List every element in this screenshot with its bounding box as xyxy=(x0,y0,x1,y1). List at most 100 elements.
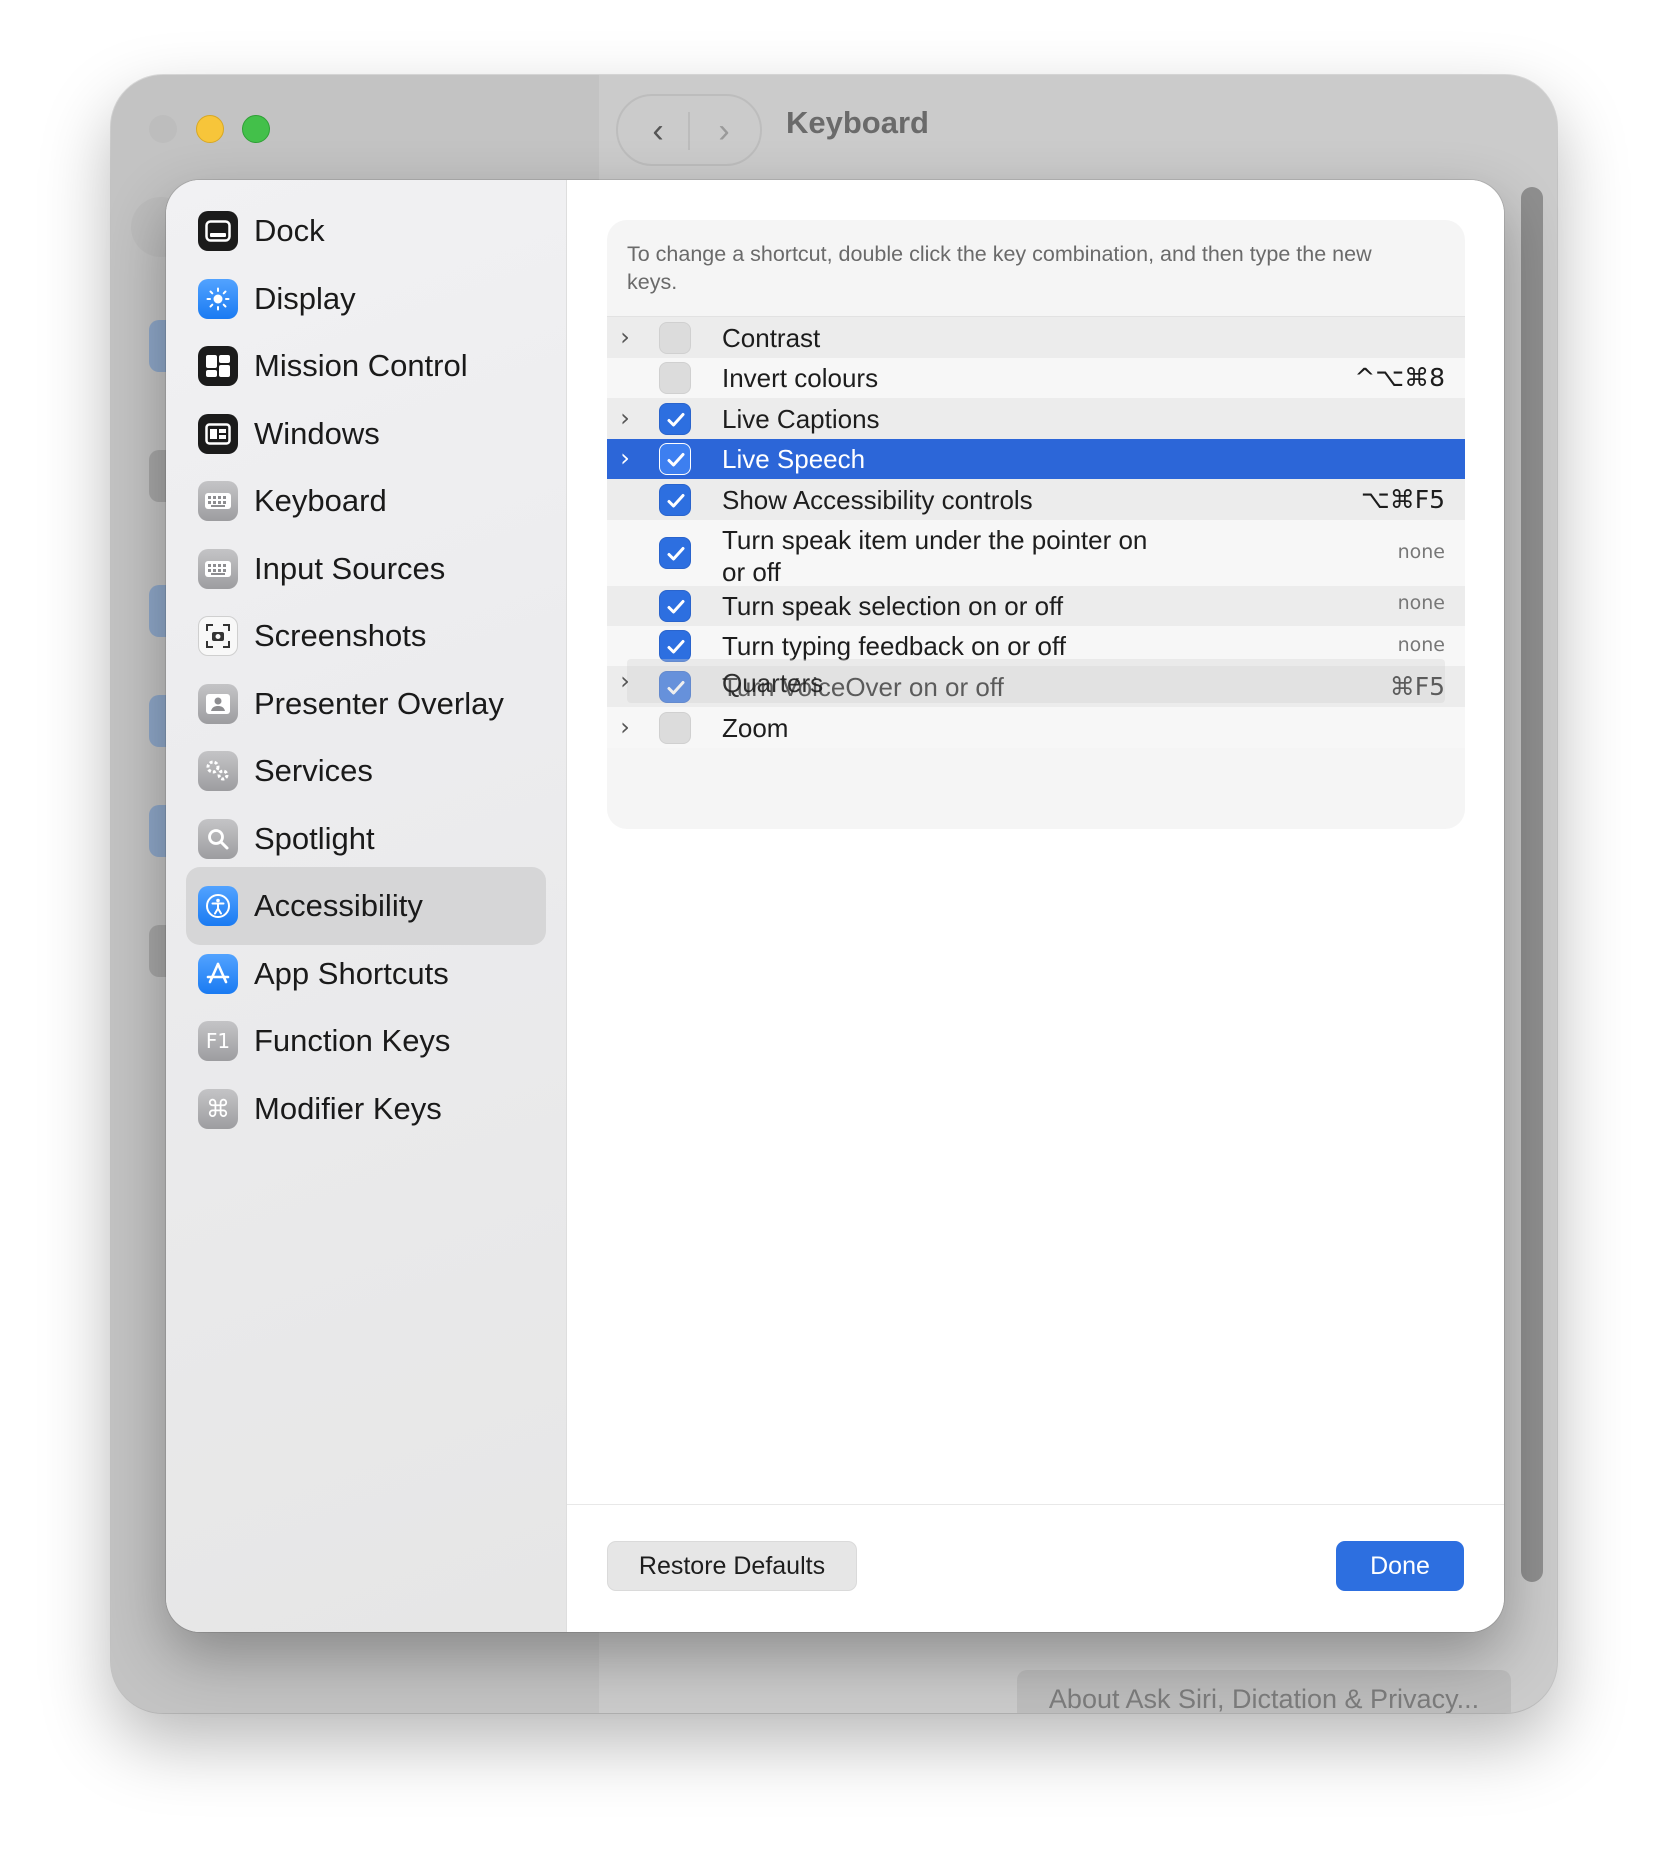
shortcut-label-line: Show Accessibility controls xyxy=(722,484,1033,515)
sidebar-item-label: Accessibility xyxy=(254,888,423,923)
shortcut-label-line: Turn speak selection on or off xyxy=(722,591,1064,621)
shortcut-label-line: Live Speech xyxy=(722,444,866,474)
modifier-keys-icon: ⌘ xyxy=(198,1088,238,1129)
shortcut-label: Zoom xyxy=(722,712,788,744)
shortcut-row-show-accessibility-controls[interactable]: Show Accessibility controls ⌥⌘F5 xyxy=(607,479,1465,520)
about-siri-privacy-button[interactable]: About Ask Siri, Dictation & Privacy... xyxy=(1017,1670,1511,1713)
mission-control-icon xyxy=(198,346,238,386)
shortcut-row-turn-speak-selection-on-or-off[interactable]: Turn speak selection on or off none xyxy=(607,586,1465,626)
sidebar-item-windows[interactable]: Windows xyxy=(186,395,546,473)
shortcut-checkbox[interactable] xyxy=(659,711,691,744)
shortcut-keys[interactable]: none xyxy=(1398,634,1445,656)
chevron-right-icon[interactable]: › xyxy=(615,323,635,351)
sidebar-item-label: Modifier Keys xyxy=(254,1090,442,1126)
sidebar-item-presenter-overlay[interactable]: Presenter Overlay xyxy=(186,665,546,743)
sidebar-item-display[interactable]: Display xyxy=(186,260,546,338)
services-icon xyxy=(198,751,238,791)
shortcut-label: Live Speech xyxy=(722,443,865,475)
shortcut-keys[interactable]: ⌥⌘F5 xyxy=(1361,485,1445,514)
sidebar-item-label: Windows xyxy=(254,415,380,451)
sidebar-item-mission-control[interactable]: Mission Control xyxy=(186,327,546,405)
shortcut-label-line: Turn speak item under the pointer on xyxy=(722,525,1148,555)
shortcut-checkbox[interactable] xyxy=(659,483,691,516)
shortcut-checkbox[interactable] xyxy=(659,362,691,394)
shortcut-row-live-speech[interactable]: › Live Speech xyxy=(607,439,1465,479)
modifier-keys-icon-glyph: ⌘ xyxy=(206,1094,230,1123)
restore-defaults-button[interactable]: Restore Defaults xyxy=(607,1541,857,1591)
sidebar-item-label: Spotlight xyxy=(254,820,375,856)
display-icon xyxy=(198,278,238,319)
sidebar-item-label: Function Keys xyxy=(254,1023,451,1058)
shortcut-label: Contrast xyxy=(722,322,820,354)
shortcut-label: Turn speak selection on or off xyxy=(722,590,1063,622)
minimize-window-button[interactable] xyxy=(196,115,224,143)
sidebar-item-app-shortcuts[interactable]: App Shortcuts xyxy=(186,935,546,1013)
windows-icon xyxy=(198,413,238,454)
shortcut-row-live-captions[interactable]: › Live Captions xyxy=(607,398,1465,439)
shortcut-label: Live Captions xyxy=(722,403,880,435)
shortcut-row-contrast[interactable]: › Contrast xyxy=(607,317,1465,358)
shortcut-hint-text: To change a shortcut, double click the k… xyxy=(607,220,1465,317)
shortcut-keys[interactable]: ^⌥⌘8 xyxy=(1354,363,1445,392)
shortcut-row-invert-colours[interactable]: Invert colours ^⌥⌘8 xyxy=(607,358,1465,398)
shortcut-checkbox[interactable] xyxy=(659,443,691,475)
background-scrollbar[interactable] xyxy=(1521,187,1543,1582)
sidebar-item-label: Display xyxy=(254,280,356,316)
shortcut-label-line: Zoom xyxy=(722,712,789,743)
shortcut-checkbox[interactable] xyxy=(659,537,691,569)
sidebar-item-spotlight[interactable]: Spotlight xyxy=(186,800,546,878)
shortcut-label-line: Live Captions xyxy=(722,403,880,434)
done-button[interactable]: Done xyxy=(1336,1541,1464,1591)
sidebar-item-accessibility[interactable]: Accessibility xyxy=(186,867,546,945)
chevron-right-icon[interactable]: › xyxy=(615,713,635,741)
sidebar-item-dock[interactable]: Dock xyxy=(186,192,546,270)
sidebar-item-modifier-keys[interactable]: ⌘ Modifier Keys xyxy=(186,1070,546,1148)
sidebar-item-label: Mission Control xyxy=(254,348,468,383)
sidebar-item-label: Dock xyxy=(254,213,325,248)
keyboard-icon xyxy=(198,481,238,521)
screenshots-icon xyxy=(198,616,238,656)
shortcut-checkbox[interactable] xyxy=(659,630,691,662)
shortcut-label-line: Invert colours xyxy=(722,363,879,393)
shortcut-keys[interactable]: none xyxy=(1398,541,1445,563)
shortcut-keys[interactable]: none xyxy=(1398,592,1445,614)
forward-button[interactable]: › xyxy=(694,114,754,148)
function-keys-icon: F1 xyxy=(198,1021,238,1061)
chevron-right-icon[interactable]: › xyxy=(615,444,635,472)
shortcut-label-line: Turn typing feedback on or off xyxy=(722,631,1066,661)
shortcut-label-line: Contrast xyxy=(722,322,821,353)
sheet-footer: Restore Defaults Done xyxy=(567,1504,1504,1632)
app-shortcuts-icon xyxy=(198,953,238,994)
dock-icon xyxy=(198,211,238,251)
drag-ghost-row: › Quarters xyxy=(620,659,1445,703)
sidebar-item-label: Services xyxy=(254,753,373,788)
shortcut-row-turn-speak-item-under-the-pointer-on[interactable]: Turn speak item under the pointer on or o… xyxy=(607,520,1465,588)
shortcut-label: Turn speak item under the pointer on or o… xyxy=(722,524,1147,588)
shortcut-list-area: To change a shortcut, double click the k… xyxy=(567,180,1504,1505)
shortcut-row-zoom[interactable]: › Zoom xyxy=(607,707,1465,748)
close-window-button[interactable] xyxy=(149,115,177,143)
sidebar-item-keyboard[interactable]: Keyboard xyxy=(186,462,546,540)
sidebar-item-label: App Shortcuts xyxy=(254,955,449,991)
function-keys-icon-glyph: F1 xyxy=(205,1029,231,1053)
back-button[interactable]: ‹ xyxy=(628,114,688,148)
keyboard-shortcuts-sheet: Dock Display Mission Control Windows Keyboar… xyxy=(166,180,1504,1632)
sidebar-item-function-keys[interactable]: F1 Function Keys xyxy=(186,1002,546,1080)
chevron-right-icon[interactable]: › xyxy=(615,404,635,432)
shortcut-checkbox[interactable] xyxy=(659,590,691,622)
shortcut-label: Show Accessibility controls xyxy=(722,484,1033,516)
drag-ghost-label: Quarters xyxy=(722,668,824,698)
shortcut-label-line: or off xyxy=(722,557,781,587)
zoom-window-button[interactable] xyxy=(242,115,270,143)
shortcut-checkbox[interactable] xyxy=(659,321,691,354)
sidebar-item-screenshots[interactable]: Screenshots xyxy=(186,597,546,675)
sidebar-item-services[interactable]: Services xyxy=(186,732,546,810)
chevron-right-icon: › xyxy=(620,667,630,695)
sidebar-item-label: Keyboard xyxy=(254,483,387,518)
navigation-buttons: ‹ › xyxy=(616,94,762,166)
sidebar-item-label: Presenter Overlay xyxy=(254,685,504,721)
shortcut-categories-sidebar: Dock Display Mission Control Windows Keyboar… xyxy=(166,180,567,1632)
sidebar-item-input-sources[interactable]: Input Sources xyxy=(186,530,546,608)
shortcut-checkbox[interactable] xyxy=(659,402,691,435)
shortcut-label: Invert colours xyxy=(722,362,878,394)
